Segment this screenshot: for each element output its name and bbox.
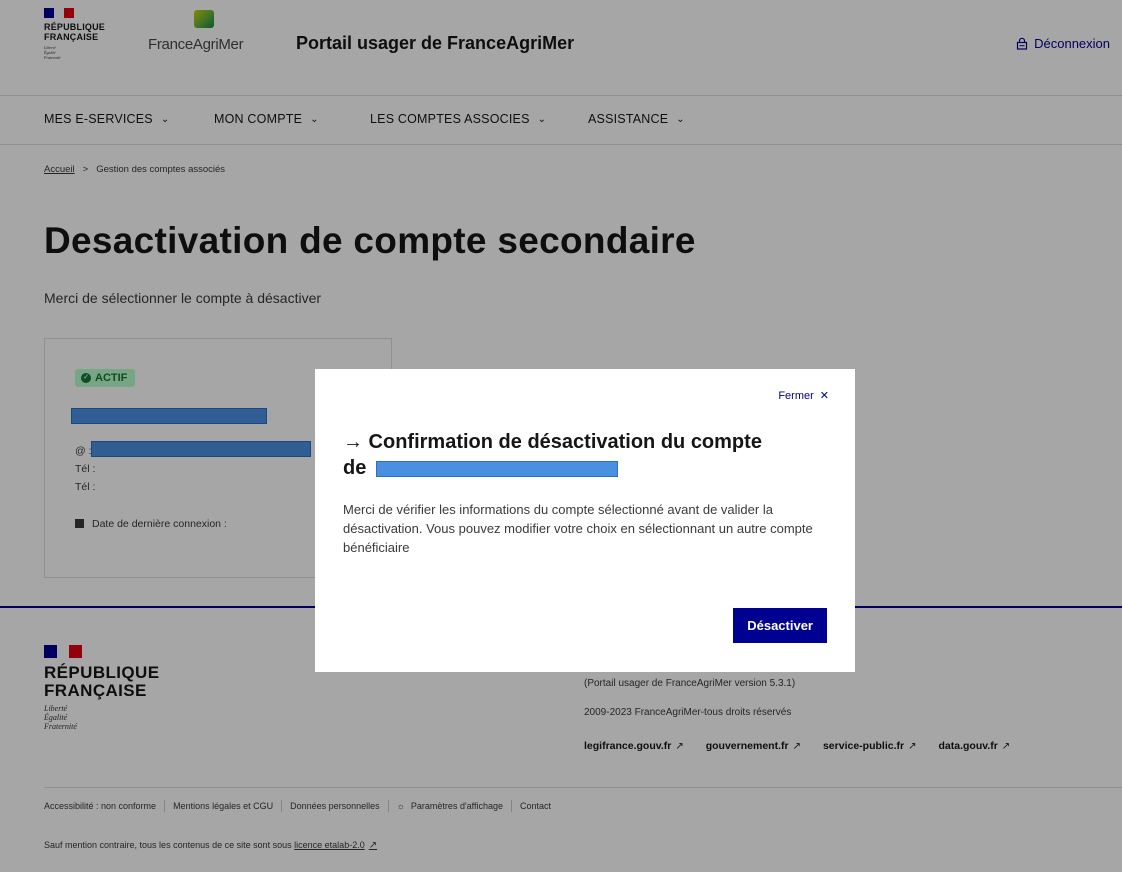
modal-title-line-1: → Confirmation de désactivation du compt…: [343, 431, 762, 453]
close-button[interactable]: Fermer ✕: [778, 389, 829, 403]
modal-title: → Confirmation de désactivation du compt…: [343, 429, 833, 481]
modal-body: Merci de vérifier les informations du co…: [343, 502, 813, 555]
close-button-label: Fermer: [778, 389, 814, 402]
deactivate-button[interactable]: Désactiver: [733, 608, 827, 643]
modal-title-prefix: de: [343, 457, 367, 479]
redacted-account-name: [376, 461, 618, 477]
close-icon: ✕: [819, 390, 829, 402]
confirmation-modal: Fermer ✕ → Confirmation de désactivation…: [315, 369, 855, 672]
